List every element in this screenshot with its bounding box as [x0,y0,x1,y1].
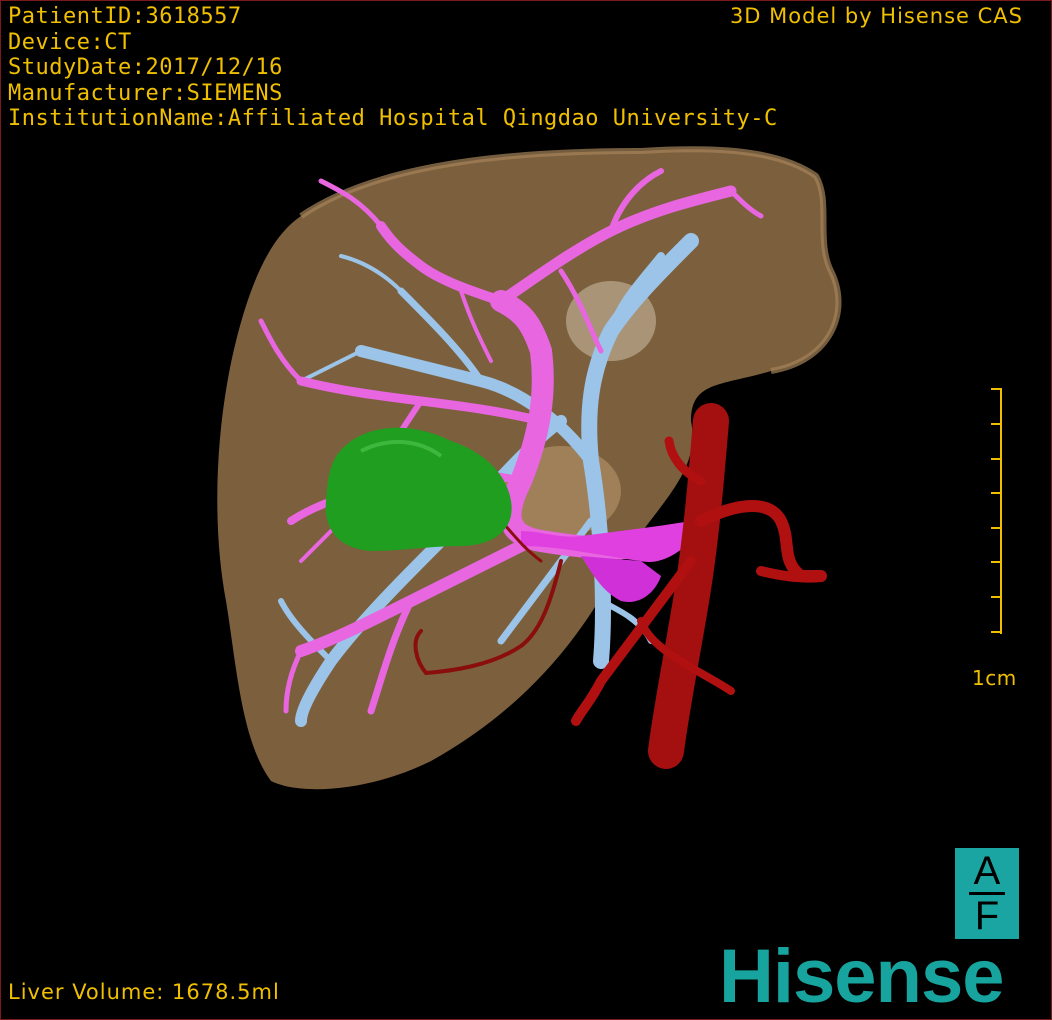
manufacturer: Manufacturer:SIEMENS [8,80,283,106]
liver-3d-model[interactable] [1,1,1051,1019]
3d-viewport[interactable]: PatientID:3618557 Device:CT StudyDate:20… [0,0,1052,1020]
scale-bar-label: 1cm [972,666,1017,690]
dicom-info-panel: PatientID:3618557 Device:CT StudyDate:20… [8,4,778,132]
hisense-logo: Hisense [719,934,1004,1019]
institution-name: InstitutionName:Affiliated Hospital Qing… [8,106,778,131]
orientation-top-label: A [973,849,1001,893]
orientation-cube[interactable]: A F [955,848,1019,939]
patient-id: PatientID:3618557 [8,4,242,29]
liver-volume: Liver Volume: 1678.5ml [8,980,280,1004]
orientation-bottom-label: F [974,894,1000,938]
scale-bar [991,388,1002,634]
study-date: StudyDate:2017/12/16 [8,55,283,80]
model-credit: 3D Model by Hisense CAS [729,4,1023,28]
device: Device:CT [8,29,132,55]
